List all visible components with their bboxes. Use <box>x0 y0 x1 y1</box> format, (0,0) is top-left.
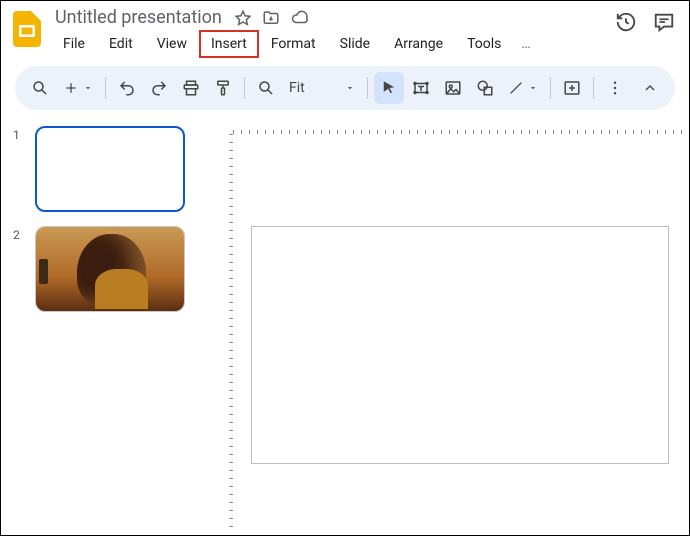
menu-tools[interactable]: Tools <box>455 30 513 58</box>
search-menus-button[interactable] <box>25 72 55 104</box>
ruler-vertical <box>217 134 233 532</box>
menu-edit[interactable]: Edit <box>97 30 145 58</box>
ruler-horizontal <box>233 118 685 134</box>
slide-thumbnail-2[interactable] <box>35 226 185 312</box>
redo-button[interactable] <box>144 72 174 104</box>
new-slide-button[interactable] <box>57 72 99 104</box>
menu-arrange[interactable]: Arrange <box>382 30 455 58</box>
canvas-area[interactable] <box>211 118 689 536</box>
toolbar-divider <box>244 77 245 99</box>
menu-more[interactable]: … <box>513 32 538 56</box>
toolbar-divider <box>367 77 368 99</box>
toolbar: Fit <box>15 66 675 110</box>
workspace: 1 2 <box>1 118 689 536</box>
shapes-button[interactable] <box>470 72 500 104</box>
select-tool-button[interactable] <box>374 72 404 104</box>
line-button[interactable] <box>502 72 544 104</box>
comments-icon[interactable] <box>653 11 675 33</box>
star-icon[interactable] <box>234 9 252 27</box>
menu-file[interactable]: File <box>51 30 97 58</box>
slide-thumb-row[interactable]: 1 <box>13 126 203 212</box>
menu-bar: File Edit View Insert Format Slide Arran… <box>49 30 615 58</box>
add-comment-button[interactable] <box>557 72 587 104</box>
insert-image-button[interactable] <box>438 72 468 104</box>
slide-thumbnail-1[interactable] <box>35 126 185 212</box>
slides-logo[interactable] <box>9 7 45 51</box>
slide-number: 2 <box>13 226 27 242</box>
zoom-label: Fit <box>289 80 305 96</box>
zoom-select[interactable]: Fit <box>283 80 361 96</box>
menu-view[interactable]: View <box>145 30 199 58</box>
version-history-icon[interactable] <box>615 11 637 33</box>
slide-number: 1 <box>13 126 27 142</box>
menu-insert[interactable]: Insert <box>199 30 259 58</box>
print-button[interactable] <box>176 72 206 104</box>
move-to-folder-icon[interactable] <box>262 9 280 27</box>
toolbar-divider <box>550 77 551 99</box>
toolbar-divider <box>105 77 106 99</box>
menu-format[interactable]: Format <box>259 30 328 58</box>
toolbar-divider <box>593 77 594 99</box>
paint-format-button[interactable] <box>208 72 238 104</box>
doc-title[interactable]: Untitled presentation <box>53 7 224 28</box>
textbox-button[interactable] <box>406 72 436 104</box>
more-tools-button[interactable] <box>600 72 630 104</box>
zoom-tool-button[interactable] <box>251 72 281 104</box>
collapse-toolbar-button[interactable] <box>635 72 665 104</box>
slide-thumb-row[interactable]: 2 <box>13 226 203 312</box>
app-header: Untitled presentation File Edit View Ins… <box>1 1 689 58</box>
cloud-status-icon[interactable] <box>290 9 310 27</box>
slide-canvas[interactable] <box>251 226 669 464</box>
undo-button[interactable] <box>112 72 142 104</box>
slide-panel[interactable]: 1 2 <box>1 118 211 536</box>
menu-slide[interactable]: Slide <box>328 30 382 58</box>
